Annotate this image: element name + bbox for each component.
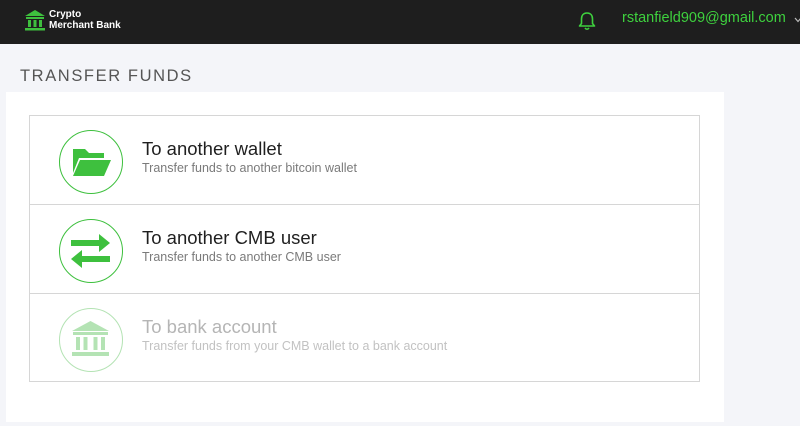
- app-logo[interactable]: Crypto Merchant Bank: [24, 9, 121, 31]
- option-icon-circle: [59, 130, 123, 194]
- option-description: Transfer funds to another bitcoin wallet: [142, 161, 357, 175]
- option-title: To another wallet: [142, 138, 282, 159]
- option-title: To another CMB user: [142, 227, 317, 248]
- page-title: TRANSFER FUNDS: [20, 67, 193, 85]
- transfer-options-panel: To another wallet Transfer funds to anot…: [6, 92, 724, 422]
- bank-building-icon: [25, 10, 45, 31]
- transfer-options-list: To another wallet Transfer funds to anot…: [29, 115, 700, 382]
- option-description: Transfer funds to another CMB user: [142, 250, 341, 264]
- logo-text: Crypto Merchant Bank: [49, 9, 121, 31]
- option-another-cmb-user[interactable]: To another CMB user Transfer funds to an…: [30, 205, 699, 294]
- option-description: Transfer funds from your CMB wallet to a…: [142, 339, 448, 353]
- option-icon-circle: [59, 219, 123, 283]
- option-another-wallet[interactable]: To another wallet Transfer funds to anot…: [30, 116, 699, 205]
- bank-icon: [72, 321, 109, 356]
- chevron-down-icon[interactable]: [794, 17, 800, 23]
- option-icon-circle: [59, 308, 123, 372]
- open-folder-icon: [73, 149, 111, 176]
- logo-line-1: Crypto: [49, 9, 82, 20]
- bell-icon[interactable]: [578, 11, 596, 31]
- option-title: To bank account: [142, 316, 277, 337]
- user-email-menu[interactable]: rstanfield909@gmail.com: [622, 10, 786, 26]
- option-bank-account: To bank account Transfer funds from your…: [30, 294, 699, 383]
- top-navigation-bar: Crypto Merchant Bank rstanfield909@gmail…: [0, 0, 800, 44]
- logo-line-2: Merchant Bank: [49, 20, 121, 31]
- transfer-arrows-icon: [71, 234, 110, 268]
